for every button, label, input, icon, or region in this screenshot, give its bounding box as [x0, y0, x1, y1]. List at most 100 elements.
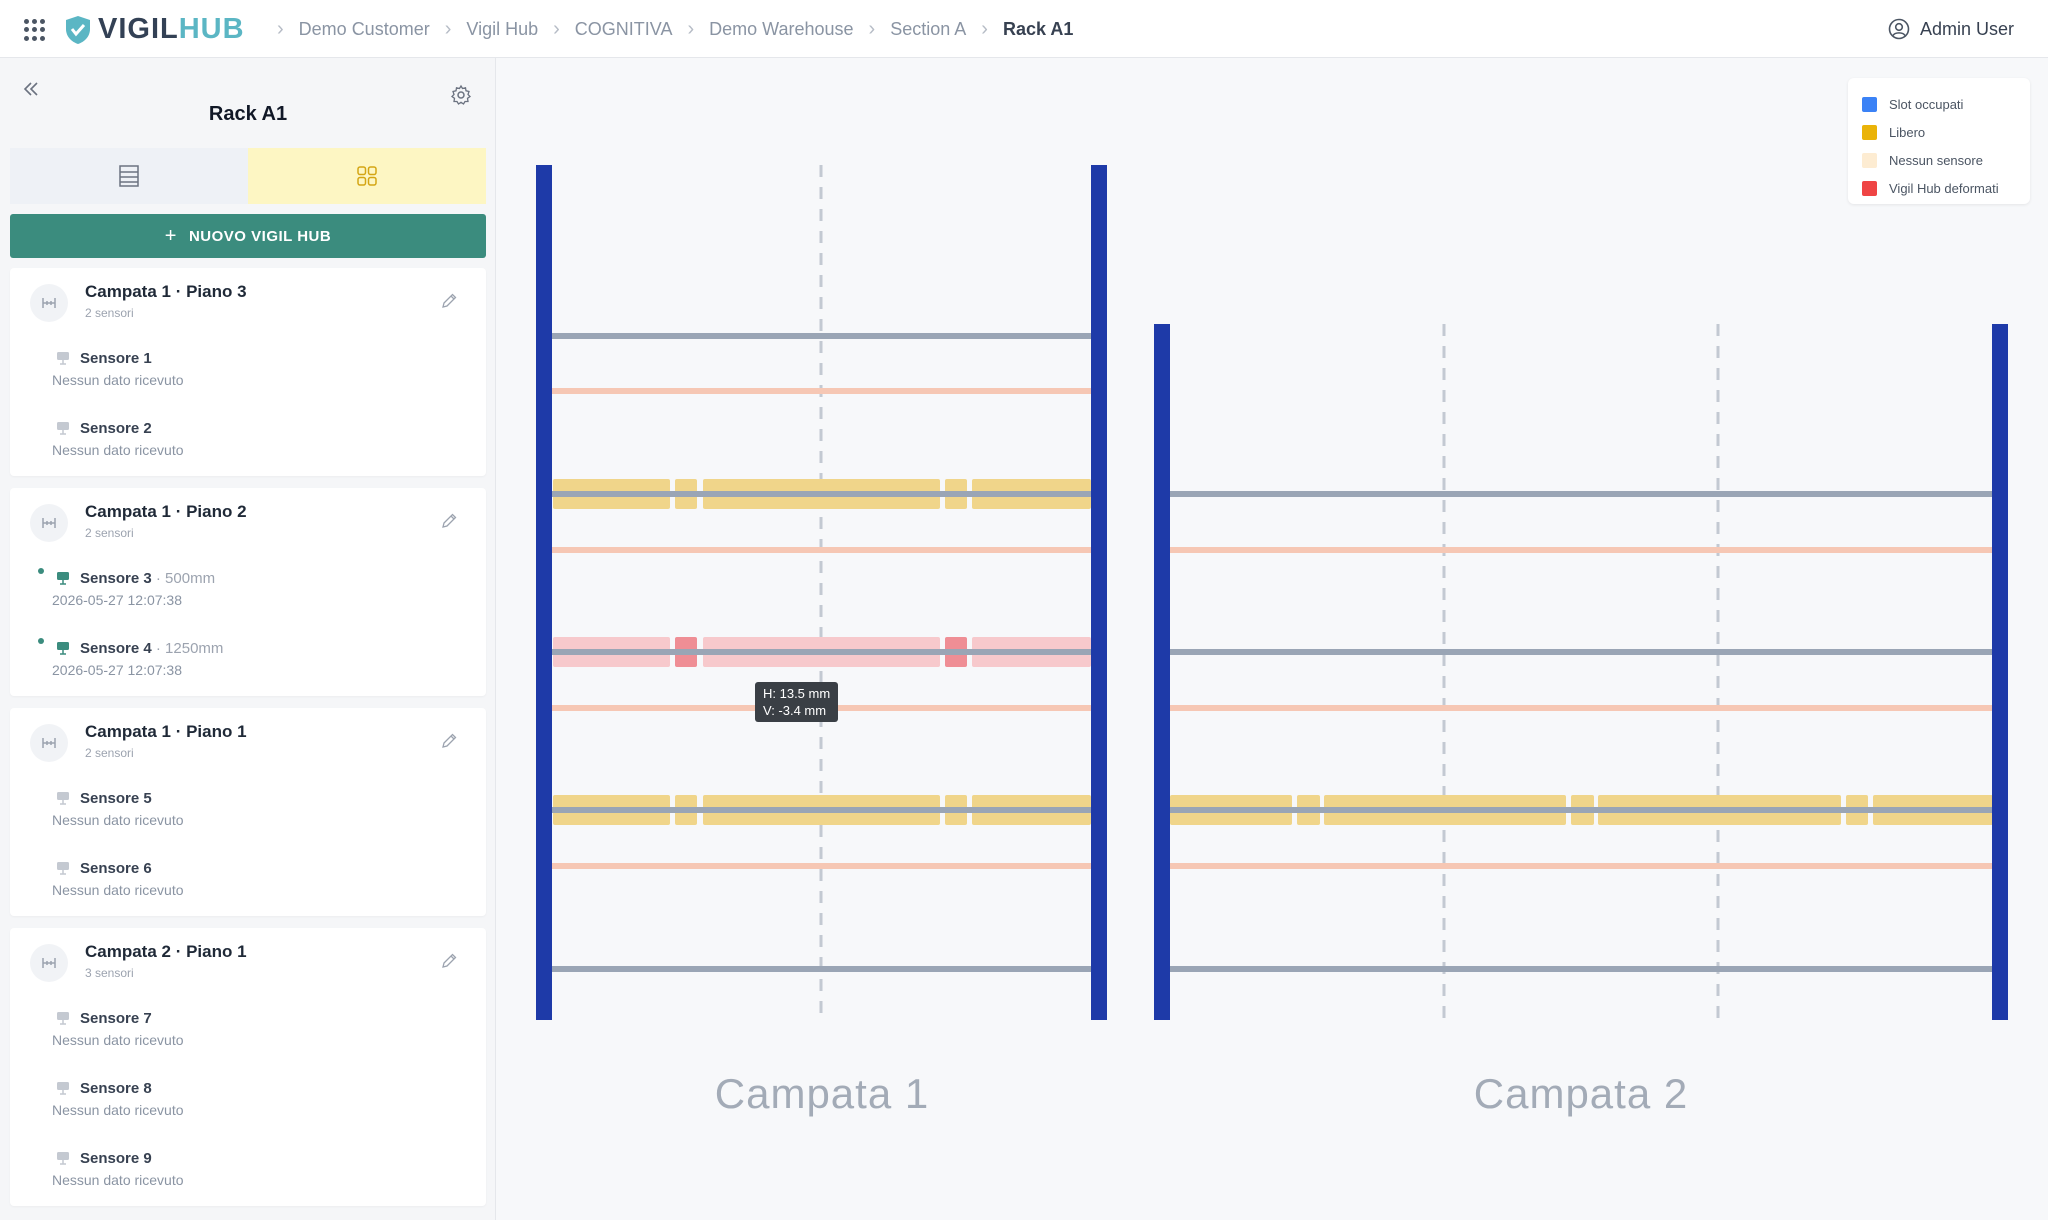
breadcrumb-item[interactable]: Section A	[890, 19, 966, 40]
sensor-name: Sensore 9	[80, 1150, 152, 1167]
bay-label: Campata 1	[715, 1070, 929, 1117]
sensor-item[interactable]: Sensore 8 Nessun dato ricevuto	[10, 1066, 486, 1136]
sensor-item[interactable]: Sensore 1 Nessun dato ricevuto	[10, 336, 486, 406]
breadcrumb-item[interactable]: Demo Customer	[299, 19, 430, 40]
legend-label: Nessun sensore	[1889, 152, 1983, 168]
legend-label: Slot occupati	[1889, 96, 1964, 112]
sensor-status: 2026-05-27 12:07:38	[52, 592, 182, 608]
pencil-icon[interactable]	[440, 512, 458, 530]
sensor-icon	[57, 1012, 69, 1025]
sensor-icon	[57, 572, 69, 585]
grid-view-icon	[357, 166, 377, 186]
hub-card-header[interactable]: Campata 1 · Piano 1 2 sensori	[10, 708, 486, 776]
hub-card-header[interactable]: Campata 1 · Piano 2 2 sensori	[10, 488, 486, 556]
list-view-icon	[119, 165, 139, 187]
sensor-item[interactable]: Sensore 7 Nessun dato ricevuto	[10, 996, 486, 1066]
sensor-status: Nessun dato ricevuto	[52, 442, 184, 458]
sensor-name: Sensore 2	[80, 420, 152, 437]
sensor-item[interactable]: Sensore 5 Nessun dato ricevuto	[10, 776, 486, 846]
legend: Slot occupati Libero Nessun sensore Vigil H…	[1848, 78, 2030, 204]
hub-card: Campata 1 · Piano 3 2 sensori Sensore 1 Nes…	[10, 268, 486, 476]
sensor-status: Nessun dato ricevuto	[52, 372, 184, 388]
status-dot-icon	[38, 638, 44, 644]
hub-card: Campata 2 · Piano 1 3 sensori Sensore 7 Nes…	[10, 928, 486, 1206]
sensor-icon	[57, 1152, 69, 1165]
chevron-right-icon: ›	[444, 17, 452, 40]
logo[interactable]: VIGILHUB	[64, 13, 245, 46]
sensor-value: · 500mm	[151, 570, 216, 587]
legend-item: Libero	[1862, 118, 2016, 146]
tab-grid-view[interactable]	[248, 148, 486, 204]
new-vigil-hub-button[interactable]: + NUOVO VIGIL HUB	[10, 214, 486, 258]
hub-card-sensor-count: 3 sensori	[85, 966, 134, 980]
sensor-name: Sensore 6	[80, 860, 152, 877]
sensor-status: 2026-05-27 12:07:38	[52, 662, 182, 678]
grid-dots-icon[interactable]	[24, 19, 46, 41]
chevron-right-icon: ›	[553, 17, 560, 40]
pencil-icon[interactable]	[440, 732, 458, 750]
sensor-icon	[57, 352, 69, 365]
hub-card: Campata 1 · Piano 2 2 sensori Sensore 3 · …	[10, 488, 486, 696]
hub-card-sensor-count: 2 sensori	[85, 306, 134, 320]
user-menu[interactable]: Admin User	[1888, 0, 2014, 58]
pencil-icon[interactable]	[440, 952, 458, 970]
legend-label: Libero	[1889, 124, 1926, 140]
hub-card: Campata 1 · Piano 1 2 sensori Sensore 5 Nes…	[10, 708, 486, 916]
sensor-item[interactable]: Sensore 2 Nessun dato ricevuto	[10, 406, 486, 476]
hub-card-sensor-count: 2 sensori	[85, 746, 134, 760]
sensor-status: Nessun dato ricevuto	[52, 812, 184, 828]
legend-swatch	[1862, 96, 1877, 112]
sensor-icon	[57, 642, 69, 655]
hub-card-header[interactable]: Campata 1 · Piano 3 2 sensori	[10, 268, 486, 336]
chevron-right-icon: ›	[868, 17, 876, 40]
sensor-status: Nessun dato ricevuto	[52, 1172, 184, 1188]
logo-text-hub: HUB	[178, 13, 245, 45]
deformation-tooltip: H: 13.5 mm V: -3.4 mm	[755, 682, 839, 722]
hub-card-title: Campata 1 · Piano 2	[85, 502, 247, 521]
chevrons-left-icon[interactable]	[20, 78, 42, 100]
user-circle-icon	[1888, 18, 1910, 40]
sensor-name: Sensore 5	[80, 790, 152, 807]
sensor-name: Sensore 3 · 500mm	[80, 570, 216, 587]
user-name: Admin User	[1919, 18, 2014, 39]
breadcrumb-item[interactable]: Vigil Hub	[466, 19, 538, 40]
hub-card-title: Campata 1 · Piano 3	[85, 282, 247, 301]
beam-icon	[30, 284, 68, 322]
beam-icon	[30, 724, 68, 762]
shield-logo-icon	[66, 15, 90, 44]
pencil-icon[interactable]	[440, 292, 458, 310]
sensor-icon	[57, 1082, 69, 1095]
legend-item: Nessun sensore	[1862, 146, 2016, 174]
breadcrumb-item[interactable]: Demo Warehouse	[709, 19, 853, 40]
legend-label: Vigil Hub deformati	[1889, 180, 1999, 196]
top-bar: VIGILHUB › Demo Customer › Vigil Hub › C…	[0, 0, 2048, 58]
sensor-item[interactable]: Sensore 6 Nessun dato ricevuto	[10, 846, 486, 916]
view-tabs	[10, 148, 486, 204]
chevron-right-icon: ›	[981, 17, 988, 40]
sensor-name: Sensore 8	[80, 1080, 152, 1097]
sensor-status: Nessun dato ricevuto	[52, 882, 184, 898]
sensor-item[interactable]: Sensore 9 Nessun dato ricevuto	[10, 1136, 486, 1206]
chevron-right-icon: ›	[277, 17, 284, 40]
sensor-icon	[57, 422, 69, 435]
plus-icon: +	[164, 224, 177, 247]
breadcrumb: › Demo Customer › Vigil Hub › COGNITIVA …	[262, 0, 1073, 58]
logo-text-vigil: VIGIL	[98, 13, 179, 45]
sensor-item[interactable]: Sensore 4 · 1250mm 2026-05-27 12:07:38	[10, 626, 486, 696]
breadcrumb-item[interactable]: COGNITIVA	[575, 19, 673, 40]
beam-icon	[30, 944, 68, 982]
sensor-item[interactable]: Sensore 3 · 500mm 2026-05-27 12:07:38	[10, 556, 486, 626]
tab-list-view[interactable]	[10, 148, 248, 204]
tooltip-horizontal: H: 13.5 mm	[763, 686, 831, 701]
chevron-right-icon: ›	[687, 17, 695, 40]
sensor-value: · 1250mm	[151, 640, 224, 657]
hub-card-header[interactable]: Campata 2 · Piano 1 3 sensori	[10, 928, 486, 996]
sensor-name: Sensore 4 · 1250mm	[80, 640, 224, 657]
sidebar: Rack A1 + NUOVO VIGIL HUB Campata 1 · Pi…	[0, 58, 496, 1220]
sensor-status: Nessun dato ricevuto	[52, 1102, 184, 1118]
rack-title: Rack A1	[208, 103, 288, 125]
rack-canvas: Campata 1 Campata 2	[497, 58, 2048, 1220]
sensor-status: Nessun dato ricevuto	[52, 1032, 184, 1048]
sensor-icon	[57, 862, 69, 875]
tooltip-vertical: V: -3.4 mm	[763, 703, 827, 718]
